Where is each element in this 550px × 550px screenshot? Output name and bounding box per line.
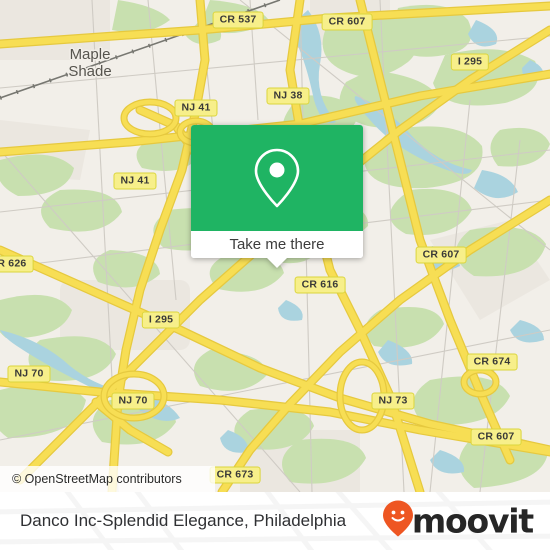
- moovit-logo[interactable]: moovit: [382, 500, 534, 543]
- road-shield: NJ 38: [266, 87, 310, 105]
- bottom-bar: Danco Inc-Splendid Elegance, Philadelphi…: [0, 492, 550, 550]
- moovit-map-screen: Maple Shade CR 537 CR 607 I 295 NJ 41 NJ…: [0, 0, 550, 550]
- popup-header: [191, 125, 363, 231]
- road-shield: I 295: [450, 53, 490, 71]
- place-name-title: Danco Inc-Splendid Elegance, Philadelphi…: [20, 511, 347, 530]
- road-shield: CR 607: [321, 13, 373, 31]
- map-canvas[interactable]: Maple Shade CR 537 CR 607 I 295 NJ 41 NJ…: [0, 0, 550, 492]
- take-me-there-button-label: Take me there: [229, 235, 325, 253]
- road-shield: CR 537: [212, 11, 264, 29]
- road-shield: NJ 70: [111, 392, 155, 410]
- map-attribution[interactable]: © OpenStreetMap contributors: [0, 466, 215, 492]
- road-shield: NJ 41: [113, 172, 157, 190]
- road-shield: CR 607: [470, 428, 522, 446]
- popup-inner: Take me there: [191, 125, 363, 258]
- road-shield: CR 673: [209, 466, 261, 484]
- road-shield: CR 607: [415, 246, 467, 264]
- popup-tail: [267, 258, 287, 268]
- place-label-maple-shade: Maple Shade: [68, 46, 112, 80]
- road-shield: I 295: [141, 311, 181, 329]
- road-shield: CR 616: [294, 276, 346, 294]
- road-shield: NJ 70: [7, 365, 51, 383]
- road-shield: CR 674: [466, 353, 518, 371]
- take-me-there-popup[interactable]: Take me there: [191, 125, 363, 268]
- road-shield: CR 626: [0, 255, 34, 273]
- road-shield: NJ 73: [371, 392, 415, 410]
- moovit-wordmark: moovit: [411, 501, 534, 541]
- attribution-text: © OpenStreetMap contributors: [12, 472, 182, 486]
- popup-footer[interactable]: Take me there: [191, 231, 363, 258]
- map-pin-icon: [252, 147, 302, 209]
- road-shield: NJ 41: [174, 99, 218, 117]
- moovit-smiley-pin-icon: [382, 500, 414, 543]
